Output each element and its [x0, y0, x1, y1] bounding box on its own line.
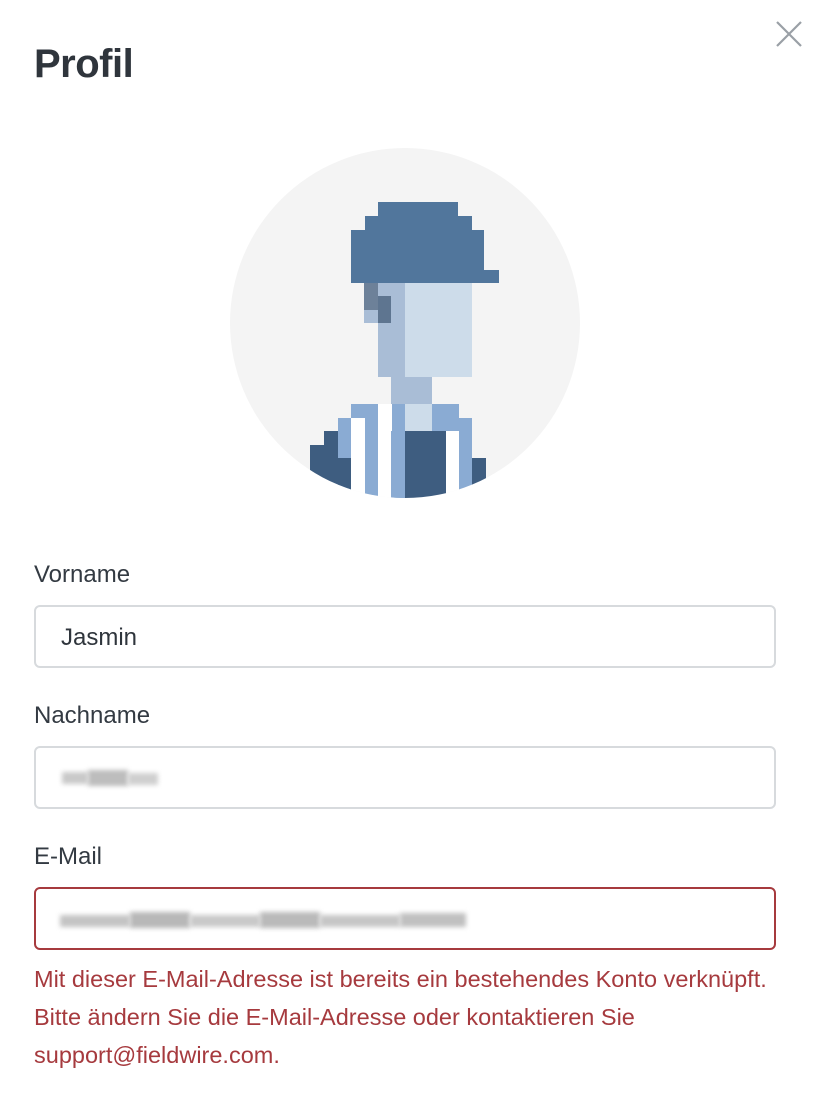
last-name-input[interactable]	[34, 746, 776, 809]
last-name-redacted-value	[58, 768, 168, 792]
first-name-input[interactable]: Jasmin	[34, 605, 776, 668]
avatar[interactable]	[230, 148, 580, 498]
email-label: E-Mail	[34, 843, 103, 870]
dialog-title: Profil	[34, 42, 134, 86]
email-input[interactable]	[34, 887, 776, 950]
close-button[interactable]	[772, 17, 806, 51]
email-redacted-value	[58, 907, 478, 935]
close-icon	[776, 21, 802, 47]
construction-worker-avatar-icon	[230, 148, 580, 498]
last-name-label: Nachname	[34, 702, 151, 729]
first-name-value: Jasmin	[61, 624, 138, 651]
email-error-message: Mit dieser E-Mail-Adresse ist bereits ei…	[34, 966, 767, 1068]
first-name-label: Vorname	[34, 561, 131, 588]
